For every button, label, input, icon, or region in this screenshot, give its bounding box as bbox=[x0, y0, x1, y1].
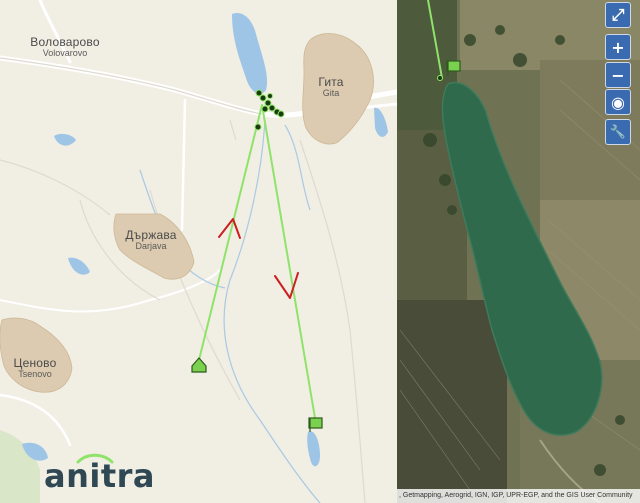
wrench-icon: 🔧 bbox=[609, 124, 627, 140]
place-label-darjava: Държава Darjava bbox=[118, 229, 184, 251]
zoom-control: + − bbox=[605, 34, 631, 88]
place-name: Гита bbox=[318, 75, 344, 89]
place-name-latin: Volovarovo bbox=[42, 47, 88, 58]
map-attribution: , Getmapping, Aerogrid, IGN, IGP, UPR-EG… bbox=[397, 489, 640, 503]
fullscreen-button[interactable]: ⤢ bbox=[605, 2, 631, 28]
place-name: Държава bbox=[125, 228, 177, 242]
locate-control: ◉ bbox=[605, 89, 631, 115]
plus-icon: + bbox=[611, 37, 625, 57]
place-label-gita: Гита Gita bbox=[308, 76, 354, 98]
fullscreen-control: ⤢ bbox=[605, 2, 631, 28]
locate-icon: ◉ bbox=[611, 92, 625, 112]
minus-icon: − bbox=[611, 65, 625, 85]
tools-button[interactable]: 🔧 bbox=[605, 119, 631, 145]
place-name: Ценово bbox=[13, 356, 57, 370]
anitra-logo: anitra bbox=[44, 457, 156, 495]
zoom-in-button[interactable]: + bbox=[605, 34, 631, 60]
place-label-volovarovo: Воловарово Volovarovo bbox=[20, 36, 110, 58]
place-name: Воловарово bbox=[30, 35, 100, 49]
place-name-latin: Darjava bbox=[135, 240, 167, 251]
fullscreen-icon: ⤢ bbox=[611, 5, 625, 24]
map-view[interactable]: Воловарово Volovarovo Гита Gita Държава … bbox=[0, 0, 640, 503]
place-name-latin: Gita bbox=[322, 87, 340, 98]
zoom-out-button[interactable]: − bbox=[605, 62, 631, 88]
satellite-imagery bbox=[397, 0, 640, 503]
place-label-tsenovo: Ценово Tsenovo bbox=[4, 357, 66, 379]
locate-button[interactable]: ◉ bbox=[605, 89, 631, 115]
place-name-latin: Tsenovo bbox=[18, 368, 52, 379]
tools-control: 🔧 bbox=[605, 119, 631, 145]
